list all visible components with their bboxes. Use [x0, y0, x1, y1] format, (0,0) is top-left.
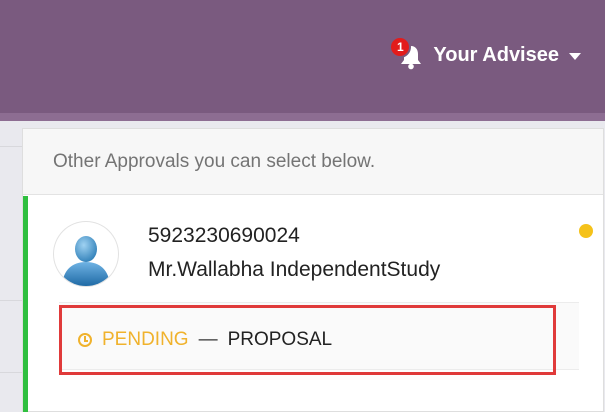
status-separator: —	[198, 329, 218, 350]
unread-indicator	[579, 224, 593, 238]
dropdown-header: Other Approvals you can select below.	[23, 129, 603, 195]
advisee-name: Mr.Wallabha IndependentStudy	[148, 258, 441, 281]
top-navbar: 1 Your Advisee	[0, 0, 605, 113]
approvals-dropdown: Other Approvals you can select below. 59…	[22, 128, 604, 412]
status-label: PENDING	[102, 329, 189, 350]
user-avatar-icon	[54, 222, 118, 286]
dropdown-header-text: Other Approvals you can select below.	[53, 150, 376, 172]
status-highlight-box: PENDING — PROPOSAL	[59, 305, 556, 375]
navbar-bottom-strip	[0, 113, 605, 121]
advisee-id: 5923230690024	[148, 224, 300, 247]
user-menu-label: Your Advisee	[433, 43, 559, 66]
clock-icon	[78, 333, 92, 347]
stage-label: PROPOSAL	[227, 329, 333, 350]
notifications-button[interactable]: 1	[389, 36, 425, 72]
user-menu-toggle[interactable]: Your Advisee	[433, 44, 581, 67]
chevron-down-icon	[569, 52, 581, 60]
approval-list-item[interactable]: 5923230690024 Mr.Wallabha IndependentStu…	[23, 196, 603, 412]
navbar-right-group: 1 Your Advisee	[389, 36, 581, 72]
